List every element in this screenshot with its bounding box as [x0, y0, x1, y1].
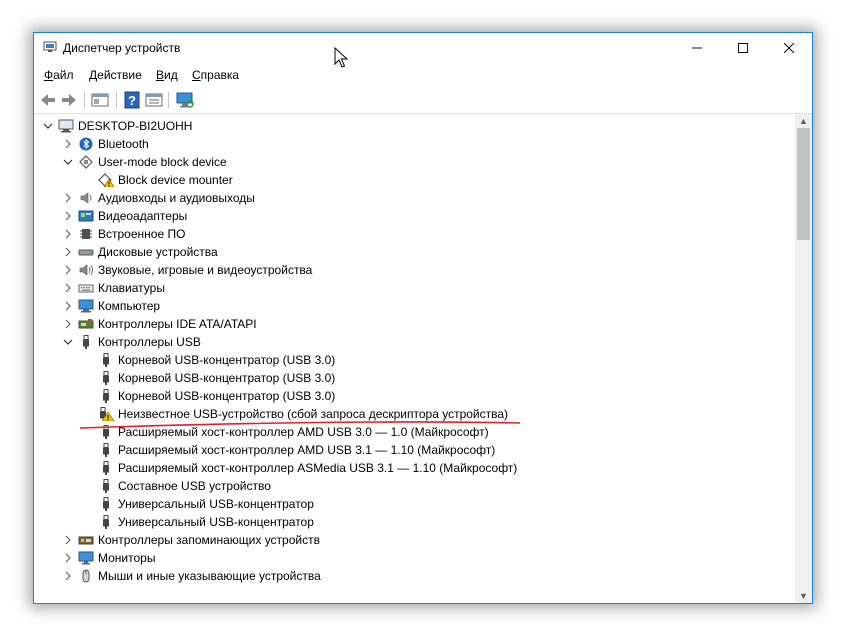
- minimize-icon: [692, 47, 702, 49]
- chevron-down-icon[interactable]: [62, 333, 74, 351]
- properties-window-icon[interactable]: [90, 90, 110, 110]
- chevron-right-icon[interactable]: [62, 207, 74, 225]
- tree-item-label: Универсальный USB-концентратор: [118, 497, 314, 511]
- usb-plug-icon: [103, 443, 109, 457]
- chevron-right-icon[interactable]: [62, 243, 74, 261]
- scroll-up-icon[interactable]: ▲: [795, 114, 812, 128]
- tree-root-label: DESKTOP-BI2UOHH: [78, 119, 193, 133]
- tree-item-label: Контроллеры запоминающих устройств: [98, 533, 320, 547]
- tree-item-label: Звуковые, игровые и видеоустройства: [98, 263, 313, 277]
- toolbar: ?: [34, 87, 812, 114]
- tree-item-label: Расширяемый хост-контроллер AMD USB 3.0 …: [118, 425, 489, 439]
- bluetooth-icon: [79, 137, 93, 151]
- mouse-icon: [82, 569, 90, 583]
- usb-plug-icon: [103, 461, 109, 475]
- usb-plug-icon: [103, 497, 109, 511]
- chevron-right-icon[interactable]: [62, 279, 74, 297]
- maximize-button[interactable]: [720, 33, 766, 63]
- help-icon[interactable]: ?: [122, 90, 142, 110]
- chevron-down-icon[interactable]: [62, 153, 74, 171]
- tree-item-label: Расширяемый хост-контроллер ASMedia USB …: [118, 461, 518, 475]
- device-manager-app-icon: [43, 41, 57, 52]
- mouse-cursor-icon: [334, 47, 348, 68]
- close-button[interactable]: [766, 33, 812, 63]
- tree-item-label: User-mode block device: [98, 155, 227, 169]
- window-title: Диспетчер устройств: [63, 41, 181, 55]
- tree-item-label: Встроенное ПО: [98, 227, 186, 241]
- computer-root-icon: [58, 119, 74, 133]
- usb-plug-icon: [83, 335, 89, 349]
- tree-item-label: Block device mounter: [118, 173, 233, 187]
- speaker-icon: [80, 192, 92, 204]
- tree-item-label: Корневой USB-концентратор (USB 3.0): [118, 389, 336, 403]
- disk-drive-icon: [78, 249, 94, 256]
- menu-bar: Файл Действие Вид Справка: [34, 65, 812, 85]
- usb-warning-icon: [100, 407, 114, 421]
- tree-item-label: Универсальный USB-концентратор: [118, 515, 314, 529]
- close-icon: [784, 43, 794, 53]
- maximize-icon: [738, 43, 748, 53]
- chevron-right-icon[interactable]: [62, 531, 74, 549]
- storage-controller-icon: [78, 536, 94, 545]
- block-device-warning-icon: [98, 173, 114, 187]
- usb-plug-icon: [103, 371, 109, 385]
- device-tree[interactable]: DESKTOP-BI2UOHH Bluetooth User-mode block…: [34, 114, 794, 603]
- chip-icon: [80, 229, 92, 239]
- forward-icon[interactable]: [59, 90, 79, 110]
- ide-controller-icon: [78, 319, 94, 329]
- chevron-right-icon[interactable]: [62, 225, 74, 243]
- menu-view[interactable]: Вид: [156, 68, 178, 82]
- back-icon[interactable]: [38, 90, 58, 110]
- chevron-right-icon[interactable]: [62, 297, 74, 315]
- tree-item-label: Корневой USB-концентратор (USB 3.0): [118, 371, 336, 385]
- tree-item-label: Bluetooth: [98, 137, 149, 151]
- usb-plug-icon: [103, 353, 109, 367]
- chevron-right-icon[interactable]: [62, 567, 74, 585]
- menu-action[interactable]: Действие: [89, 68, 142, 82]
- tree-item-label: Составное USB устройство: [118, 479, 271, 493]
- tree-item-label: Мониторы: [98, 551, 156, 565]
- chevron-right-icon[interactable]: [62, 189, 74, 207]
- tree-item-label: Контроллеры IDE ATA/ATAPI: [98, 317, 257, 331]
- tree-item-label: Мыши и иные указывающие устройства: [98, 569, 321, 583]
- title-bar[interactable]: Диспетчер устройств: [34, 33, 812, 63]
- menu-help[interactable]: Справка: [192, 68, 239, 82]
- tree-item-label: Дисковые устройства: [98, 245, 218, 259]
- sound-icon: [79, 264, 93, 276]
- block-device-icon: [79, 155, 93, 169]
- usb-plug-icon: [103, 425, 109, 439]
- monitor-scan-icon[interactable]: [175, 90, 195, 110]
- tree-item-label: Аудиовходы и аудиовыходы: [98, 191, 255, 205]
- tree-item-label: Видеоадаптеры: [98, 209, 188, 223]
- display-adapter-icon: [78, 210, 94, 222]
- tree-item-label: Корневой USB-концентратор (USB 3.0): [118, 353, 336, 367]
- tree-item-label: Клавиатуры: [98, 281, 165, 295]
- scrollbar-thumb[interactable]: [797, 128, 810, 240]
- usb-plug-icon: [103, 515, 109, 529]
- minimize-button[interactable]: [674, 33, 720, 63]
- usb-plug-icon: [103, 479, 109, 493]
- chevron-right-icon[interactable]: [62, 315, 74, 333]
- computer-icon: [78, 299, 94, 313]
- tree-item-label: Компьютер: [98, 299, 161, 313]
- tree-item-label: Расширяемый хост-контроллер AMD USB 3.1 …: [118, 443, 496, 457]
- menu-file[interactable]: Файл: [44, 68, 74, 82]
- tree-item-label: Контроллеры USB: [98, 335, 201, 349]
- view-icon[interactable]: [144, 90, 164, 110]
- chevron-right-icon[interactable]: [62, 261, 74, 279]
- chevron-right-icon[interactable]: [62, 549, 74, 567]
- monitor-icon: [78, 551, 94, 565]
- tree-item-label: Неизвестное USB-устройство (сбой запроса…: [118, 407, 509, 421]
- scroll-down-icon[interactable]: ▼: [795, 589, 812, 603]
- vertical-scrollbar[interactable]: ▲ ▼: [795, 114, 812, 603]
- chevron-down-icon[interactable]: [42, 117, 54, 135]
- usb-plug-icon: [103, 389, 109, 403]
- keyboard-icon: [78, 284, 94, 293]
- chevron-right-icon[interactable]: [62, 135, 74, 153]
- device-manager-window: Диспетчер устройств Файл Действие Вид Сп…: [33, 32, 813, 604]
- svg-text:?: ?: [128, 93, 136, 108]
